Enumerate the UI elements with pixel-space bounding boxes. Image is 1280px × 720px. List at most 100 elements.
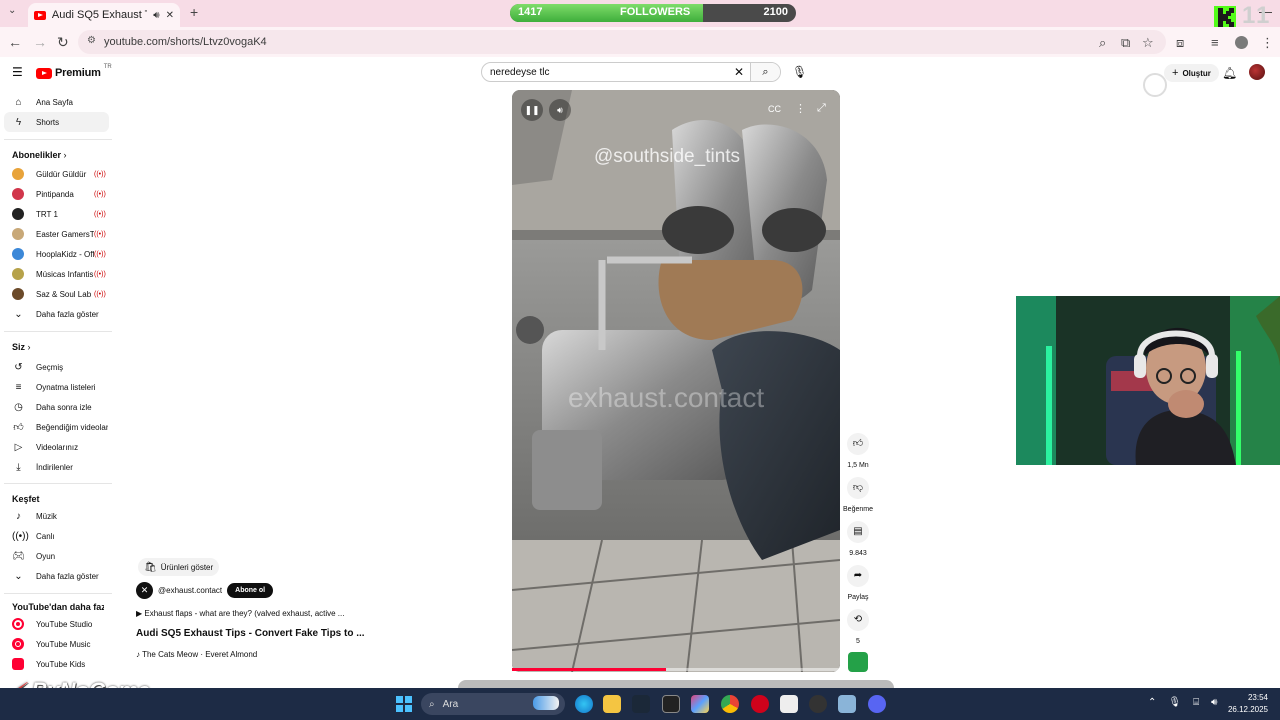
search-box[interactable]: neredeyse tlc ✕ ⌕ [481,62,781,82]
music-credit[interactable]: ♪ The Cats Meow · Everet Almond [136,650,257,659]
browser-menu-icon[interactable]: ⋮ [1261,35,1274,51]
youtube-logo[interactable]: Premium TR [36,64,112,79]
subscription-item[interactable]: Músicas Infantis... ((•)) [4,264,109,284]
channel-avatar [12,208,24,220]
sidebar-item-youtube-studio[interactable]: YouTube Studio [4,614,109,634]
sidebar-item-label: Oyun [36,551,56,561]
back-icon[interactable]: ← [8,34,22,50]
comment-icon: ▤ [847,521,869,543]
extensions-icon[interactable]: ⧈ [1176,35,1184,51]
edge-icon[interactable] [575,695,593,713]
app-icon[interactable] [780,695,798,713]
fullscreen-icon[interactable]: ⤢ [817,102,826,115]
create-button[interactable]: + Oluştur [1164,64,1219,82]
sidebar-item-shorts[interactable]: ϟ Shorts [4,112,109,132]
show-more-explore[interactable]: ⌄ Daha fazla göster [4,566,109,586]
show-more-subscriptions[interactable]: ⌄ Daha fazla göster [4,304,109,324]
captions-icon[interactable]: CC [768,104,781,114]
system-clock[interactable]: 23:54 26.12.2025 [1228,692,1268,716]
subscription-item[interactable]: Güldür Güldür ((•)) [4,164,109,184]
share-button[interactable]: ➦ Paylaş [841,565,875,601]
subscription-item[interactable]: Saz & Soul Lab ((•)) [4,284,109,304]
app-icon[interactable] [838,695,856,713]
notifications-bell-icon[interactable]: 🔔︎ [1222,66,1237,80]
divider [4,483,112,484]
video-progress-bar[interactable] [512,668,840,671]
account-avatar[interactable] [1249,64,1265,80]
clear-search-icon[interactable]: ✕ [734,65,744,79]
address-bar[interactable]: ⚙ youtube.com/shorts/Ltvz0vogaK4 [78,30,1166,54]
short-description[interactable]: ▶ Exhaust flaps - what are they? (valved… [136,609,344,618]
start-windows-icon[interactable] [395,695,413,713]
tab-close-icon[interactable]: ✕ [166,10,174,21]
followers-label: FOLLOWERS [620,6,691,18]
discord-icon[interactable] [868,695,886,713]
sidebar-item-your-videos[interactable]: ▷ Videolarınız [4,437,109,457]
file-explorer-icon[interactable] [603,695,621,713]
sidebar-item-watch-later[interactable]: ◷ Daha sonra izle [4,397,109,417]
sidebar-item-music[interactable]: ♪ Müzik [4,506,109,526]
tab-audio-icon[interactable]: 🔊︎ [153,10,159,21]
epic-games-icon[interactable] [662,695,680,713]
you-heading[interactable]: Siz › [12,342,31,352]
sidebar-item-home[interactable]: ⌂ Ana Sayfa [4,92,109,112]
live-icon: ((•)) [12,530,29,542]
sidebar-item-live[interactable]: ((•)) Canlı [4,526,109,546]
reload-icon[interactable]: ↻ [57,34,69,51]
tab-search-chevron-icon[interactable]: ⌄ [8,5,16,16]
taskbar-search[interactable]: ⌕ Ara [421,693,565,715]
video-frame [512,90,840,672]
subscription-item[interactable]: Pintipanda ((•)) [4,184,109,204]
show-products-button[interactable]: 🛍︎ Ürünleri göster [138,558,220,576]
audio-track-thumbnail[interactable] [848,652,868,672]
next-short-preview[interactable] [458,680,894,688]
sidebar-item-downloads[interactable]: ⤓ İndirilenler [4,457,109,477]
sidebar-item-youtube-kids[interactable]: YouTube Kids [4,654,109,674]
subscription-item[interactable]: TRT 1 ((•)) [4,204,109,224]
volume-icon[interactable]: 🔊︎ [549,99,571,121]
profile-avatar[interactable] [1235,36,1248,49]
hamburger-menu-icon[interactable]: ☰ [12,65,23,79]
chrome-icon[interactable] [721,695,739,713]
subscription-item[interactable]: Easter GamersTv ((•)) [4,224,109,244]
sidebar-item-youtube-music[interactable]: YouTube Music [4,634,109,654]
short-video-player[interactable]: ❚❚ 🔊︎ CC ⋮ ⤢ @southside_tints exhaust.co… [512,90,840,672]
network-icon[interactable]: ⌸ [1193,697,1199,708]
pause-icon[interactable]: ❚❚ [521,99,543,121]
install-app-icon[interactable]: ⧉ [1121,35,1130,51]
subscriptions-heading[interactable]: Abonelikler › [12,150,67,160]
comments-button[interactable]: ▤ 9.843 [841,521,875,557]
subscription-item[interactable]: HooplaKidz - Offi...((•)) [4,244,109,264]
media-controls-icon[interactable]: ≡ [1211,35,1219,50]
tray-chevron-up-icon[interactable]: ⌃ [1148,697,1156,708]
new-tab-button[interactable]: + [190,4,198,20]
voice-search-icon[interactable]: 🎙︎ [792,65,807,79]
like-button[interactable]: 👍︎ 1,5 Mn [841,433,875,469]
volume-tray-icon[interactable]: 🔊︎ [1211,697,1217,708]
site-info-icon[interactable]: ⚙ [87,35,96,46]
copilot-icon[interactable] [691,695,709,713]
zoom-icon[interactable]: ⌕ [1099,35,1106,51]
bookmark-star-icon[interactable]: ☆ [1142,35,1154,51]
steam-icon[interactable] [632,695,650,713]
search-input[interactable]: neredeyse tlc [490,67,549,78]
browser-tab[interactable]: Audi SQ5 Exhaust Tips - Co 🔊︎ ✕ [28,3,180,27]
remix-button[interactable]: ⟲ 5 [841,609,875,645]
sidebar-item-liked-videos[interactable]: 👍︎ Beğendiğim videolar [4,417,109,437]
channel-avatar[interactable]: ✕ [136,582,153,599]
subscribe-button[interactable]: Abone ol [227,583,274,598]
sidebar-item-gaming[interactable]: 🎮︎ Oyun [4,546,109,566]
short-title[interactable]: Audi SQ5 Exhaust Tips - Convert Fake Tip… [136,628,365,639]
more-options-icon[interactable]: ⋮ [795,102,806,115]
dislike-button[interactable]: 👎︎ Beğenme [841,477,875,513]
obs-icon[interactable] [809,695,827,713]
sidebar-item-playlists[interactable]: ≡ Oynatma listeleri [4,377,109,397]
opera-gx-icon[interactable] [751,695,769,713]
channel-name[interactable]: @exhaust.contact [158,586,222,595]
microphone-icon[interactable]: 🎙︎ [1168,697,1181,708]
sidebar-item-history[interactable]: ↺ Geçmiş [4,357,109,377]
forward-icon[interactable]: → [33,34,47,50]
search-button[interactable]: ⌕ [750,63,780,81]
channel-avatar [12,248,24,260]
channel-avatar [12,288,24,300]
